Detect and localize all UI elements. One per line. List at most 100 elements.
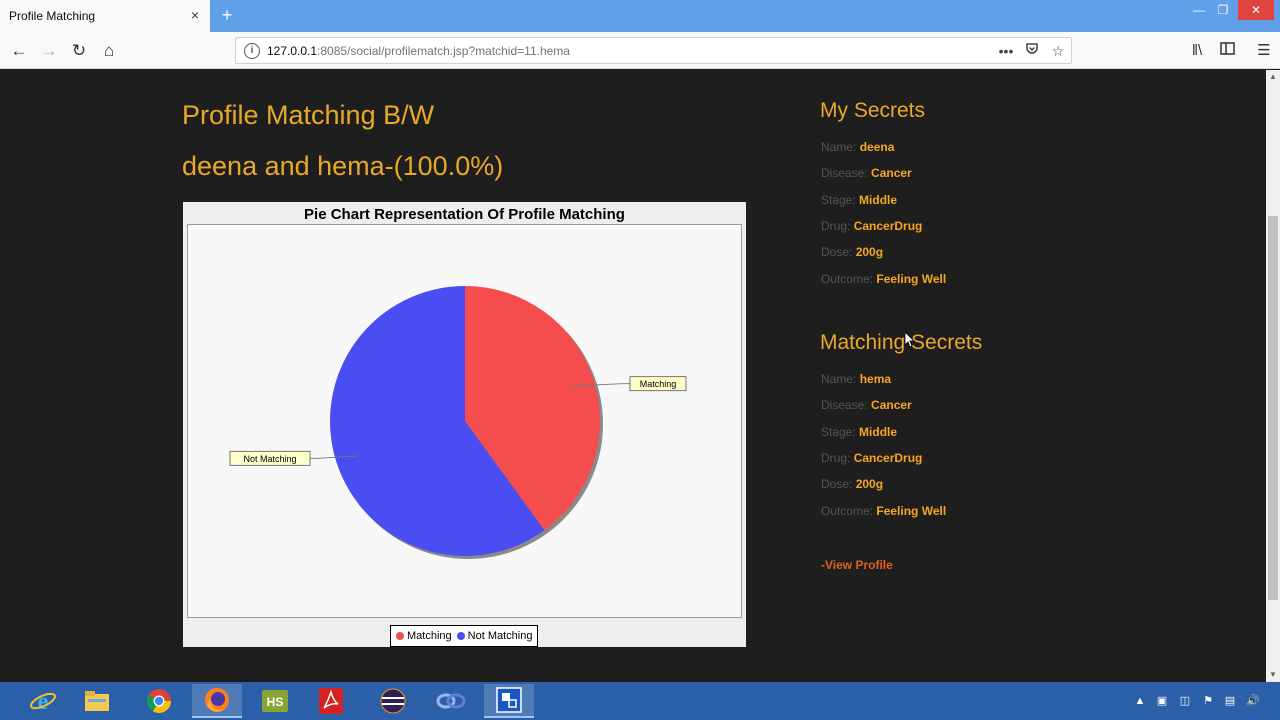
matching-secrets-field: Outcome: Feeling Well [821,504,946,518]
legend-swatch [456,632,465,640]
my-secrets-field-label: Disease: [821,166,868,181]
back-icon[interactable]: ← [6,38,32,64]
eclipse-icon[interactable] [368,684,418,718]
app-window-icon[interactable] [484,684,534,718]
tray-network-icon[interactable]: ◫ [1176,692,1194,710]
my-secrets-field: Outcome: Feeling Well [821,272,946,286]
tray-flag-icon[interactable]: ⚑ [1199,692,1217,710]
tray-expand-icon[interactable]: ▲ [1131,692,1149,710]
my-secrets-heading: My Secrets [820,99,926,122]
my-secrets-field-label: Stage: [821,192,856,207]
home-icon[interactable]: ⌂ [96,38,122,64]
site-info-icon[interactable]: i [244,43,260,59]
my-secrets-field-value: 200g [855,245,884,260]
mouse-cursor-icon [905,332,915,348]
scroll-up-icon[interactable]: ▲ [1266,70,1280,84]
tray-volume-icon[interactable]: 🔊 [1244,692,1262,710]
scroll-down-icon[interactable]: ▼ [1266,668,1280,682]
svg-text:HS: HS [267,695,284,709]
app-link-icon[interactable] [426,684,476,718]
matching-secrets-field: Drug: CancerDrug [821,451,922,465]
matching-secrets-field-value: Middle [859,424,898,439]
my-secrets-field-label: Dose: [821,245,853,260]
browser-tab-bar: Profile Matching × + — ❐ ✕ [0,0,1280,32]
scroll-thumb[interactable] [1268,216,1278,600]
matching-secrets-field: Stage: Middle [821,425,897,439]
library-icon[interactable]: ‖\ [1186,40,1208,62]
legend-label: Matching [407,630,452,642]
forward-icon[interactable]: → [36,38,62,64]
matching-secrets-field-label: Stage: [821,424,856,439]
pie-svg: Matching Not Matching [229,286,687,559]
legend-swatch [396,632,404,640]
url-path: :8085/social/profilematch.jsp?matchid=11… [317,44,570,58]
reload-icon[interactable]: ↻ [66,38,92,64]
my-secrets-field: Name: deena [821,140,894,154]
restore-icon[interactable]: ❐ [1209,0,1237,20]
tab-close-icon[interactable]: × [188,8,202,22]
matching-secrets-heading: Matching Secrets [820,331,983,354]
browser-nav-bar: ← → ↻ ⌂ i 127.0.0.1:8085/social/profilem… [0,32,1280,69]
my-secrets-field: Dose: 200g [821,245,883,259]
matching-secrets-field: Disease: Cancer [821,398,912,412]
my-secrets-field: Stage: Middle [821,193,897,207]
my-secrets-field: Drug: CancerDrug [821,219,922,233]
matching-secrets-field-label: Drug: [821,450,851,465]
match-summary: deena and hema-(100.0%) [182,151,504,181]
view-profile-link[interactable]: -View Profile [821,558,893,572]
my-secrets-field-label: Drug: [821,218,851,233]
new-tab-icon[interactable]: + [216,4,238,26]
page-scrollbar[interactable]: ▲ ▼ [1266,70,1280,682]
svg-text:e: e [38,689,49,715]
slice-label: Not Matching [243,454,296,464]
page-title: Profile Matching B/W [182,100,435,130]
tray-monitor-icon[interactable]: ▤ [1221,692,1239,710]
my-secrets-field-value: CancerDrug [853,218,923,233]
page-content: Profile Matching B/W deena and hema-(100… [0,70,1266,682]
my-secrets-field-value: Feeling Well [876,271,947,286]
legend-entry: Matching [396,630,452,642]
matching-secrets-field-value: 200g [855,477,884,492]
my-secrets-field-value: Middle [859,192,898,207]
page-actions-icon[interactable]: ••• [996,42,1016,60]
chart-title: Pie Chart Representation Of Profile Matc… [304,206,625,223]
url-host: 127.0.0.1 [267,44,318,58]
bookmark-star-icon[interactable]: ☆ [1048,42,1068,60]
slice-label: Matching [640,379,677,389]
browser-tab[interactable]: Profile Matching × [0,0,210,32]
internet-explorer-icon[interactable]: e [18,684,68,718]
matching-secrets-field-value: Cancer [871,398,912,413]
tray-app-icon[interactable]: ▣ [1153,692,1171,710]
matching-secrets-field-label: Dose: [821,477,853,492]
chart-plot-area: Matching Not Matching [187,224,742,618]
my-secrets-field-label: Name: [821,140,857,154]
window-close-icon[interactable]: ✕ [1238,0,1274,20]
windows-taskbar: e HS ▲ ▣ ◫ ⚑ ▤ 🔊 [0,682,1280,720]
heidisql-icon[interactable]: HS [250,684,300,718]
legend-entry: Not Matching [456,630,533,642]
address-bar[interactable]: i 127.0.0.1:8085/social/profilematch.jsp… [235,37,1072,64]
matching-secrets-field-label: Name: [821,372,857,386]
pocket-icon[interactable] [1022,42,1042,60]
matching-secrets-field-label: Outcome: [821,503,874,518]
chrome-icon[interactable] [134,684,184,718]
my-secrets-field: Disease: Cancer [821,166,912,180]
matching-secrets-field-value: CancerDrug [853,450,923,465]
legend-label: Not Matching [467,630,533,642]
chart-legend: Matching Not Matching [390,625,539,647]
matching-secrets-field-label: Disease: [821,398,868,413]
file-explorer-icon[interactable] [72,684,122,718]
matching-secrets-field-value: hema [859,372,892,386]
acrobat-reader-icon[interactable] [306,684,356,718]
pie-chart: Pie Chart Representation Of Profile Matc… [183,202,746,647]
my-secrets-field-value: deena [859,140,895,154]
matching-secrets-field: Dose: 200g [821,477,883,491]
menu-icon[interactable]: ☰ [1253,40,1275,62]
tab-title: Profile Matching [9,9,96,23]
firefox-icon[interactable] [192,684,242,718]
my-secrets-field-value: Cancer [871,166,912,181]
sidebar-icon[interactable] [1216,40,1238,62]
matching-secrets-field-value: Feeling Well [876,503,947,518]
matching-secrets-field: Name: hema [821,372,891,386]
url-text[interactable]: 127.0.0.1:8085/social/profilematch.jsp?m… [267,44,570,58]
